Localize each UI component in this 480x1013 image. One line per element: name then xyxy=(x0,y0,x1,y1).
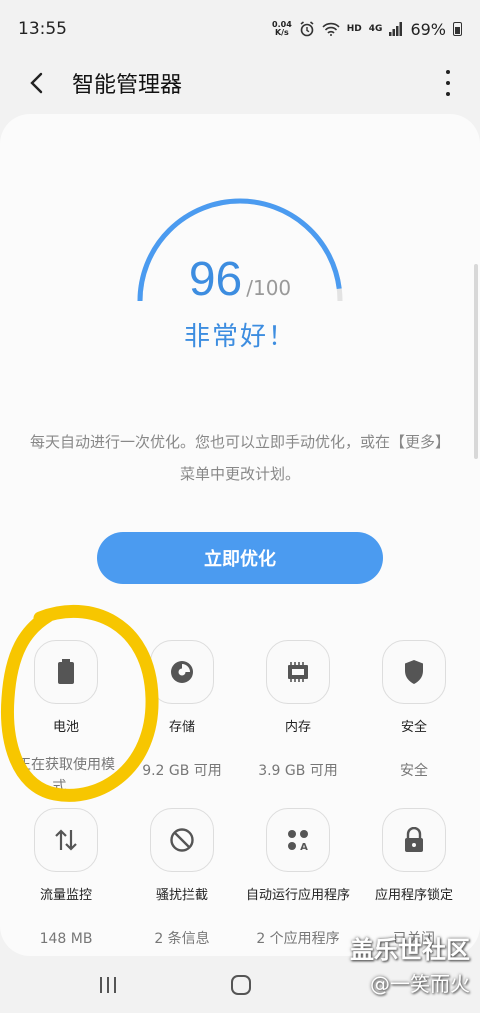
tile-icon-box xyxy=(382,640,446,704)
tile-app-lock[interactable]: 应用程序锁定 已关闭 xyxy=(356,808,472,950)
score-display: 96/100 xyxy=(0,252,480,307)
back-arrow-icon xyxy=(30,72,43,94)
memory-chip-icon xyxy=(288,662,308,682)
status-bar: 13:55 0.04 K/s HD 4G 69% xyxy=(0,0,480,58)
storage-icon xyxy=(171,661,193,683)
score-max: /100 xyxy=(246,276,292,300)
status-icons: 0.04 K/s HD 4G 69% xyxy=(272,20,462,39)
apps-auto-icon: A xyxy=(288,830,308,853)
tile-label: 流量监控 xyxy=(39,888,92,903)
wifi-icon xyxy=(322,22,340,36)
more-dot-icon xyxy=(446,70,450,74)
tile-icon-box xyxy=(382,808,446,872)
tile-icon-box xyxy=(150,808,214,872)
data-transfer-icon xyxy=(55,829,77,851)
tile-block-calls[interactable]: 骚扰拦截 2 条信息 xyxy=(124,808,240,950)
more-dot-icon xyxy=(446,92,450,96)
tile-label: 自动运行应用程序 xyxy=(245,888,350,903)
alarm-icon xyxy=(300,21,314,37)
battery-icon xyxy=(453,22,462,36)
tile-icon-box xyxy=(266,640,330,704)
recent-apps-icon xyxy=(100,977,116,993)
tile-value: 3.9 GB 可用 xyxy=(258,763,338,779)
lock-icon xyxy=(405,827,423,852)
tile-value: 148 MB xyxy=(39,931,93,947)
signal-icon xyxy=(389,22,403,36)
tile-value: 安全 xyxy=(400,763,428,779)
main-card: 96/100 非常好！ 每天自动进行一次优化。您也可以立即手动优化，或在【更多】… xyxy=(0,114,480,956)
home-icon xyxy=(231,975,251,995)
tile-auto-run-apps[interactable]: A 自动运行应用程序 2 个应用程序 xyxy=(240,808,356,950)
home-button[interactable] xyxy=(221,970,261,1000)
recent-apps-button[interactable] xyxy=(88,970,128,1000)
tile-icon-box xyxy=(34,808,98,872)
watermark-author: @一笑而火 xyxy=(370,972,470,996)
net-speed-unit: K/s xyxy=(274,28,289,37)
highlight-circle-annotation xyxy=(1,604,159,802)
status-time: 13:55 xyxy=(18,19,67,39)
tile-label: 应用程序锁定 xyxy=(374,888,453,903)
shield-icon xyxy=(405,660,423,684)
tile-label: 内存 xyxy=(284,720,311,735)
more-dot-icon xyxy=(446,81,450,85)
scrollbar[interactable] xyxy=(474,264,478,459)
net-speed: 0.04 K/s xyxy=(272,21,292,37)
tile-value: 2 条信息 xyxy=(154,931,210,947)
tile-security[interactable]: 安全 安全 xyxy=(356,640,472,782)
page-title: 智能管理器 xyxy=(72,73,183,98)
back-button[interactable] xyxy=(0,58,72,108)
tile-value: 2 个应用程序 xyxy=(256,931,340,947)
tile-memory[interactable]: 内存 3.9 GB 可用 xyxy=(240,640,356,782)
app-bar: 智能管理器 xyxy=(0,58,480,108)
tile-label: 安全 xyxy=(400,720,427,735)
network-type: 4G xyxy=(368,24,383,34)
tile-data-usage[interactable]: 流量监控 148 MB xyxy=(8,808,124,950)
optimize-now-button[interactable]: 立即优化 xyxy=(97,532,383,584)
optimize-description: 每天自动进行一次优化。您也可以立即手动优化，或在【更多】菜单中更改计划。 xyxy=(30,433,451,483)
score-value: 96 xyxy=(188,253,243,306)
battery-percent: 69% xyxy=(410,19,446,39)
tile-label: 骚扰拦截 xyxy=(155,888,208,903)
more-options-button[interactable] xyxy=(440,70,456,96)
svg-text:A: A xyxy=(300,842,308,853)
watermark-community: 盖乐世社区 xyxy=(350,936,470,964)
block-icon xyxy=(170,828,194,852)
score-status: 非常好！ xyxy=(183,322,296,352)
hd-label: HD xyxy=(346,24,362,34)
tile-icon-box: A xyxy=(266,808,330,872)
